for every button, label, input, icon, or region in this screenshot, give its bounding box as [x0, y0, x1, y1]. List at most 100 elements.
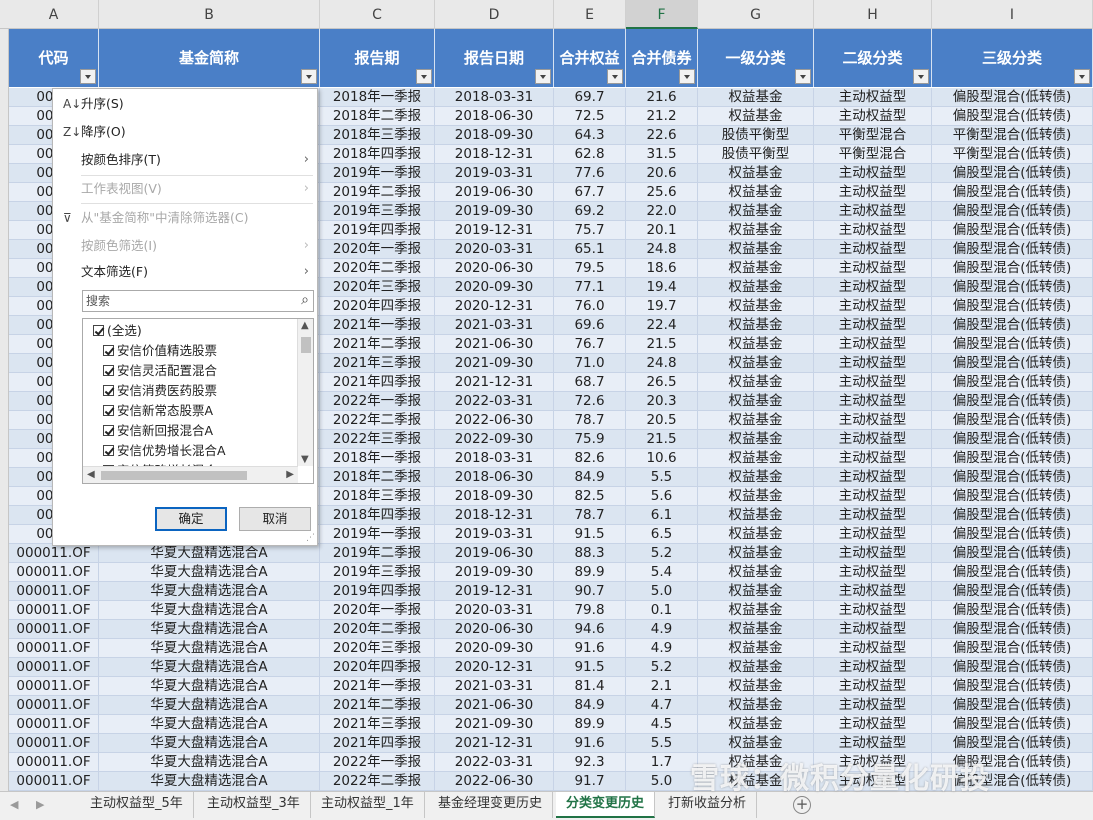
- table-cell[interactable]: 偏股型混合(低转债): [932, 487, 1093, 506]
- table-cell[interactable]: 主动权益型: [814, 297, 932, 316]
- table-cell[interactable]: 000011.OF: [9, 753, 99, 772]
- table-cell[interactable]: 偏股型混合(低转债): [932, 506, 1093, 525]
- table-cell[interactable]: 000011.OF: [9, 696, 99, 715]
- table-cell[interactable]: 2019-06-30: [435, 544, 554, 563]
- table-cell[interactable]: 25.6: [626, 183, 698, 202]
- filter-value-item[interactable]: 安信优势增长混合A: [103, 441, 226, 461]
- table-cell[interactable]: 权益基金: [698, 297, 814, 316]
- column-letter-b[interactable]: B: [99, 0, 320, 29]
- table-cell[interactable]: 75.7: [554, 221, 626, 240]
- table-cell[interactable]: 偏股型混合(低转债): [932, 278, 1093, 297]
- table-cell[interactable]: 26.5: [626, 373, 698, 392]
- table-cell[interactable]: 2019年二季报: [320, 183, 435, 202]
- table-cell[interactable]: 权益基金: [698, 430, 814, 449]
- table-cell[interactable]: 5.0: [626, 582, 698, 601]
- filter-dropdown-button[interactable]: [795, 69, 811, 84]
- column-letter-a[interactable]: A: [9, 0, 99, 29]
- table-cell[interactable]: 偏股型混合(低转债): [932, 183, 1093, 202]
- sheet-tab[interactable]: 主动权益型_1年: [311, 792, 425, 818]
- table-cell[interactable]: 2018年一季报: [320, 88, 435, 107]
- table-cell[interactable]: 19.4: [626, 278, 698, 297]
- table-cell[interactable]: 2018年四季报: [320, 506, 435, 525]
- table-cell[interactable]: 2019年一季报: [320, 525, 435, 544]
- table-cell[interactable]: 2019年二季报: [320, 544, 435, 563]
- table-cell[interactable]: 主动权益型: [814, 164, 932, 183]
- table-cell[interactable]: 华夏大盘精选混合A: [99, 772, 320, 791]
- table-cell[interactable]: 2018-03-31: [435, 449, 554, 468]
- table-cell[interactable]: 2019年三季报: [320, 563, 435, 582]
- scroll-thumb[interactable]: [301, 337, 311, 353]
- filter-dropdown-button[interactable]: [535, 69, 551, 84]
- table-cell[interactable]: 偏股型混合(低转债): [932, 411, 1093, 430]
- table-cell[interactable]: 华夏大盘精选混合A: [99, 544, 320, 563]
- table-cell[interactable]: 91.6: [554, 639, 626, 658]
- table-cell[interactable]: 偏股型混合(低转债): [932, 373, 1093, 392]
- table-cell[interactable]: 股债平衡型: [698, 145, 814, 164]
- add-sheet-button[interactable]: +: [793, 796, 811, 814]
- table-cell[interactable]: 5.2: [626, 544, 698, 563]
- table-cell[interactable]: 19.7: [626, 297, 698, 316]
- table-cell[interactable]: 2020年二季报: [320, 259, 435, 278]
- checkbox-checked-icon[interactable]: [103, 365, 114, 376]
- table-cell[interactable]: 权益基金: [698, 354, 814, 373]
- table-cell[interactable]: 权益基金: [698, 582, 814, 601]
- table-cell[interactable]: 偏股型混合(低转债): [932, 658, 1093, 677]
- table-cell[interactable]: 71.0: [554, 354, 626, 373]
- table-cell[interactable]: 2019年三季报: [320, 202, 435, 221]
- table-cell[interactable]: 89.9: [554, 563, 626, 582]
- table-cell[interactable]: 2020-06-30: [435, 259, 554, 278]
- table-cell[interactable]: 2018年三季报: [320, 126, 435, 145]
- table-cell[interactable]: 权益基金: [698, 696, 814, 715]
- table-cell[interactable]: 偏股型混合(低转债): [932, 259, 1093, 278]
- table-cell[interactable]: 权益基金: [698, 202, 814, 221]
- table-cell[interactable]: 权益基金: [698, 544, 814, 563]
- table-cell[interactable]: 69.2: [554, 202, 626, 221]
- table-cell[interactable]: 4.7: [626, 696, 698, 715]
- table-cell[interactable]: 华夏大盘精选混合A: [99, 582, 320, 601]
- table-cell[interactable]: 偏股型混合(低转债): [932, 734, 1093, 753]
- column-letter-c[interactable]: C: [320, 0, 435, 29]
- table-cell[interactable]: 20.1: [626, 221, 698, 240]
- filter-dropdown-button[interactable]: [416, 69, 432, 84]
- table-cell[interactable]: 偏股型混合(低转债): [932, 335, 1093, 354]
- sheet-tab[interactable]: 分类变更历史: [556, 792, 656, 818]
- table-cell[interactable]: 65.1: [554, 240, 626, 259]
- table-cell[interactable]: 000011.OF: [9, 677, 99, 696]
- row-number-gutter[interactable]: [0, 29, 9, 791]
- table-cell[interactable]: 000011.OF: [9, 563, 99, 582]
- column-letter-g[interactable]: G: [698, 0, 814, 29]
- vertical-scrollbar[interactable]: ▲ ▼: [297, 319, 313, 466]
- table-cell[interactable]: 偏股型混合(低转债): [932, 525, 1093, 544]
- table-cell[interactable]: 主动权益型: [814, 734, 932, 753]
- table-cell[interactable]: 67.7: [554, 183, 626, 202]
- table-cell[interactable]: 2018-03-31: [435, 88, 554, 107]
- table-cell[interactable]: 主动权益型: [814, 278, 932, 297]
- table-cell[interactable]: 偏股型混合(低转债): [932, 240, 1093, 259]
- table-cell[interactable]: 84.9: [554, 696, 626, 715]
- table-cell[interactable]: 平衡型混合: [814, 126, 932, 145]
- table-cell[interactable]: 000011.OF: [9, 715, 99, 734]
- table-cell[interactable]: 权益基金: [698, 221, 814, 240]
- table-cell[interactable]: 91.6: [554, 734, 626, 753]
- table-cell[interactable]: 2019年四季报: [320, 582, 435, 601]
- table-cell[interactable]: 偏股型混合(低转债): [932, 468, 1093, 487]
- table-cell[interactable]: 75.9: [554, 430, 626, 449]
- table-cell[interactable]: 000011.OF: [9, 620, 99, 639]
- table-cell[interactable]: 2019年四季报: [320, 221, 435, 240]
- table-cell[interactable]: 94.6: [554, 620, 626, 639]
- filter-search-input[interactable]: 搜索 ⌕: [82, 290, 314, 312]
- table-cell[interactable]: 权益基金: [698, 278, 814, 297]
- table-cell[interactable]: 91.5: [554, 525, 626, 544]
- table-cell[interactable]: 4.9: [626, 639, 698, 658]
- table-cell[interactable]: 华夏大盘精选混合A: [99, 658, 320, 677]
- table-cell[interactable]: 权益基金: [698, 335, 814, 354]
- table-cell[interactable]: 主动权益型: [814, 373, 932, 392]
- table-cell[interactable]: 2021年一季报: [320, 316, 435, 335]
- table-cell[interactable]: 主动权益型: [814, 411, 932, 430]
- table-cell[interactable]: 2021-09-30: [435, 715, 554, 734]
- column-letter-f[interactable]: F: [626, 0, 698, 29]
- table-cell[interactable]: 21.6: [626, 88, 698, 107]
- table-cell[interactable]: 5.4: [626, 563, 698, 582]
- table-cell[interactable]: 2020-09-30: [435, 278, 554, 297]
- table-cell[interactable]: 20.6: [626, 164, 698, 183]
